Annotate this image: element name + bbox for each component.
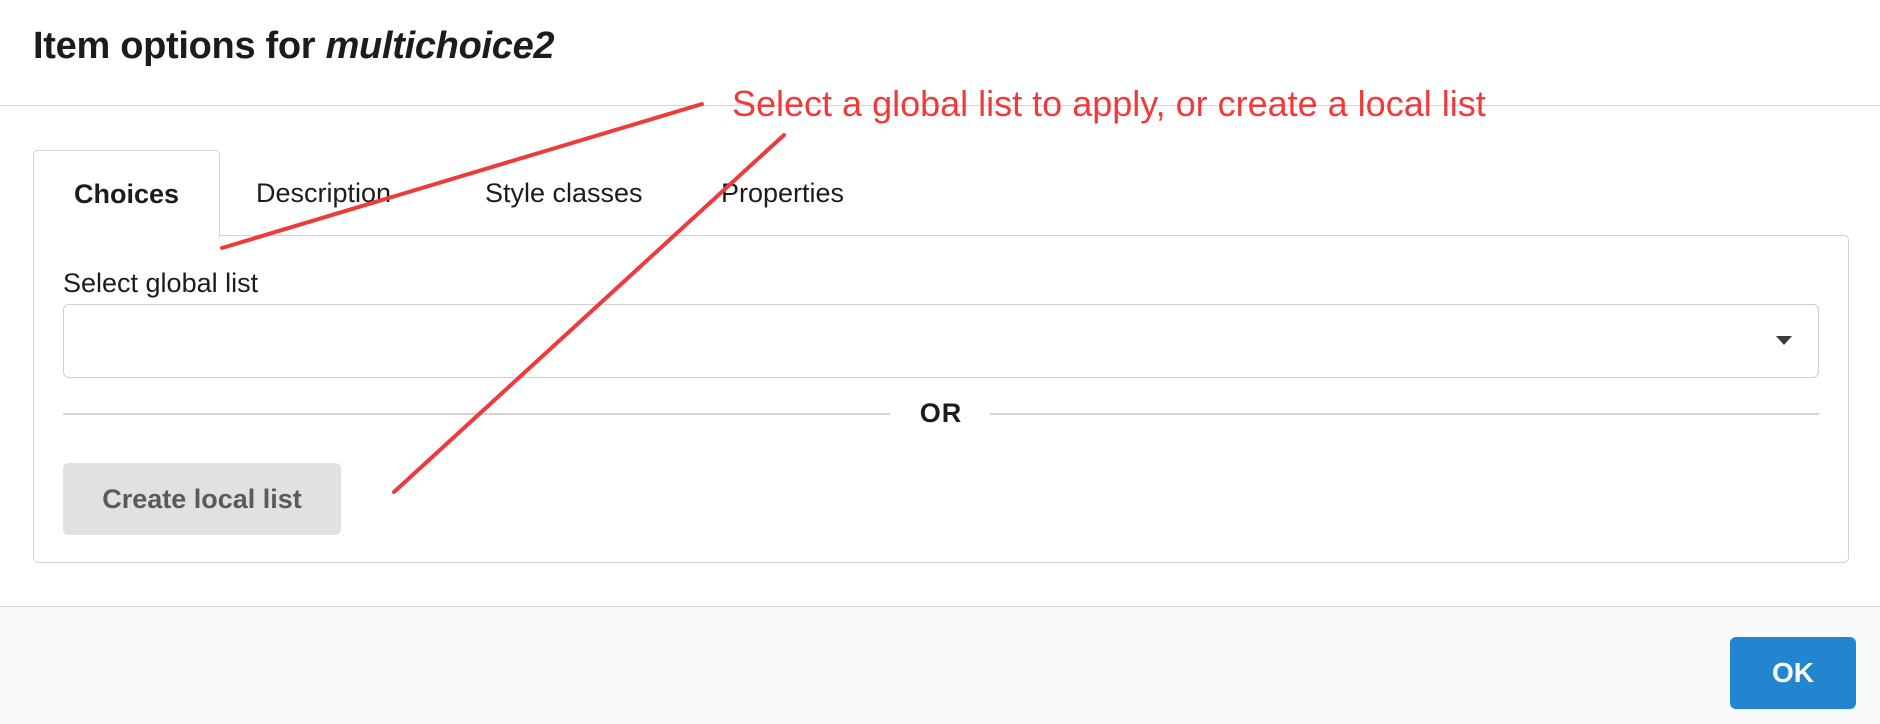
choices-panel: Select global list OR Create local list [33,235,1849,563]
dialog-footer: OK [0,606,1880,724]
divider-line-right [990,413,1819,415]
dialog-title: Item options for multichoice2 [33,22,555,70]
global-list-select[interactable] [63,304,1819,378]
or-divider: OR [63,396,1819,430]
divider-line-left [63,413,890,415]
dropdown-caret-icon[interactable] [1776,336,1792,345]
ok-button[interactable]: OK [1730,637,1856,709]
or-divider-text: OR [919,398,963,428]
tab-choices[interactable]: Choices [33,150,221,238]
create-local-list-button[interactable]: Create local list [63,463,341,535]
annotation-callout-text: Select a global list to apply, or create… [732,83,1486,124]
dialog-title-prefix: Item options for [33,25,316,67]
dialog-title-item-name: multichoice2 [325,25,555,67]
tab-style-classes[interactable]: Style classes [485,150,643,236]
global-list-label: Select global list [63,268,259,298]
tab-description[interactable]: Description [256,150,391,236]
tab-properties[interactable]: Properties [721,150,844,236]
